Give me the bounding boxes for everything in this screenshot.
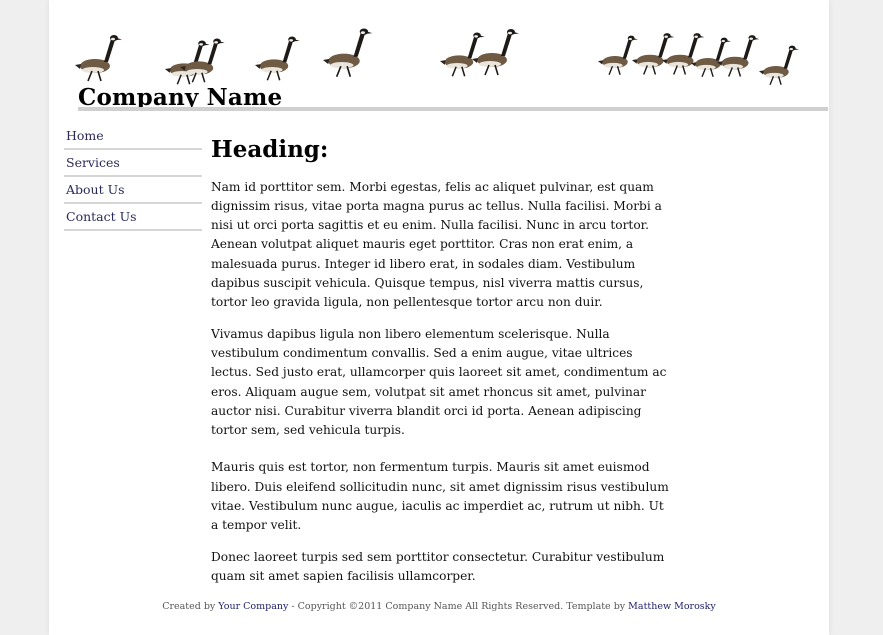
paragraph: Mauris quis est tortor, non fermentum tu…	[211, 460, 669, 533]
geese-banner-image	[74, 27, 800, 86]
header-banner: Company Name	[63, 0, 828, 112]
main-content: Heading: Nam id porttitor sem. Morbi ege…	[211, 136, 671, 598]
paragraph: Donec laoreet turpis sed sem porttitor c…	[211, 549, 665, 583]
sidebar-nav: Home Services About Us Contact Us	[64, 123, 202, 231]
footer-company-link[interactable]: Your Company	[218, 601, 288, 612]
paragraph: Nam id porttitor sem. Morbi egestas, fel…	[211, 179, 662, 310]
page-container: Company Name Home Services About Us Cont…	[49, 0, 829, 635]
page-heading: Heading:	[211, 136, 329, 163]
nav-item-home[interactable]: Home	[64, 123, 202, 150]
footer: Created by Your Company - Copyright ©201…	[49, 601, 829, 612]
footer-created-by: Created by	[162, 601, 219, 612]
footer-author-link[interactable]: Matthew Morosky	[628, 601, 716, 612]
footer-copyright: - Copyright ©2011 Company Name All Right…	[288, 601, 629, 612]
paragraph: Vivamus dapibus ligula non libero elemen…	[211, 326, 667, 438]
header-divider	[78, 107, 828, 111]
nav-item-contact-us[interactable]: Contact Us	[64, 204, 202, 231]
nav-item-services[interactable]: Services	[64, 150, 202, 177]
nav-item-about-us[interactable]: About Us	[64, 177, 202, 204]
